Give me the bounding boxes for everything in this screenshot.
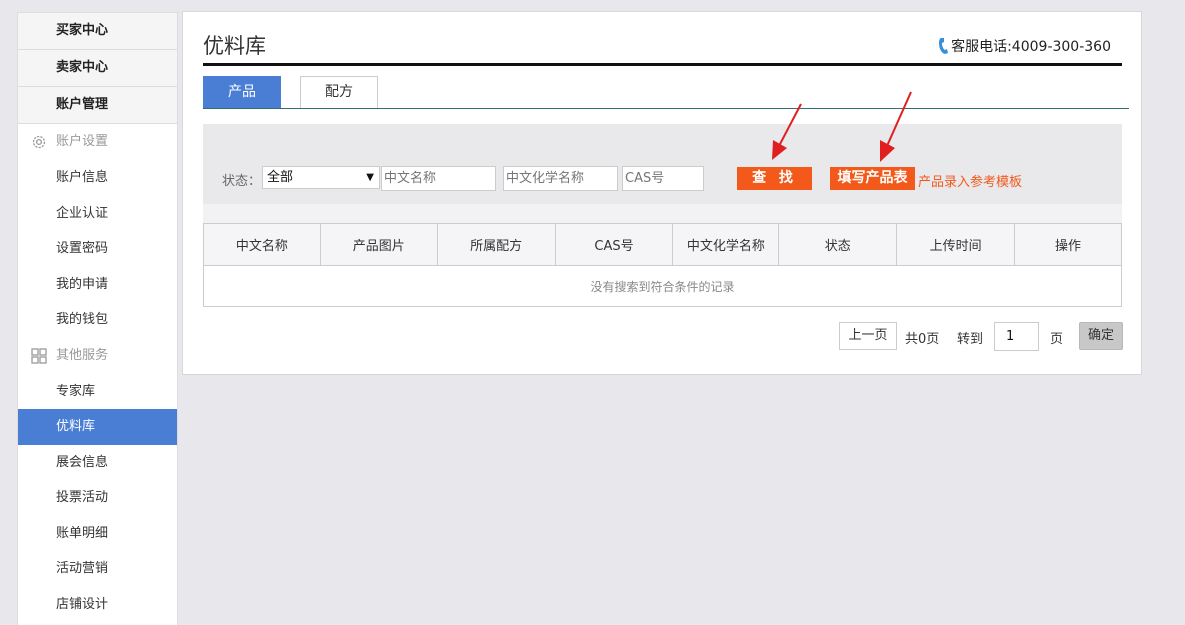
- table-row: 没有搜索到符合条件的记录: [203, 265, 1122, 307]
- goto-label: 转到: [957, 332, 984, 347]
- total-pages: 共0页: [905, 332, 940, 347]
- tab-bar: 产品 配方: [203, 76, 1129, 109]
- cas-input[interactable]: [622, 166, 704, 191]
- sidebar-item-my-applications[interactable]: 我的申请: [18, 267, 177, 303]
- sidebar-item-enterprise-cert[interactable]: 企业认证: [18, 196, 177, 232]
- empty-message: 没有搜索到符合条件的记录: [203, 265, 1122, 307]
- name-input[interactable]: [381, 166, 496, 191]
- chem-name-input[interactable]: [503, 166, 618, 191]
- sidebar-item-my-wallet[interactable]: 我的钱包: [18, 302, 177, 338]
- page-title: 优料库: [203, 34, 266, 58]
- prev-page-button[interactable]: 上一页: [839, 322, 897, 350]
- title-divider: [203, 63, 1122, 66]
- col-header-chem-name: 中文化学名称: [672, 223, 780, 266]
- col-header-cas: CAS号: [554, 223, 674, 266]
- phone-icon: [938, 37, 949, 55]
- sidebar-item-buyer-center[interactable]: 买家中心: [18, 13, 177, 50]
- sidebar-item-exhibition-info[interactable]: 展会信息: [18, 445, 177, 481]
- sidebar: 买家中心 卖家中心 账户管理 账户设置 账户信息 企业认证 设置密码 我的申请 …: [17, 12, 178, 625]
- sidebar-item-material-library[interactable]: 优料库: [18, 409, 177, 445]
- tab-products[interactable]: 产品: [203, 76, 281, 108]
- grid-icon: [30, 347, 48, 365]
- table-toolbar-strip: [203, 204, 1122, 223]
- status-label: 状态：: [222, 174, 262, 189]
- col-header-status: 状态: [778, 223, 898, 266]
- main-panel: 优料库 客服电话:4009-300-360 产品 配方 状态： 全部 ▼ 查 找…: [182, 11, 1142, 375]
- search-button[interactable]: 查 找: [737, 167, 812, 190]
- arrow-annotation-icon: [880, 91, 912, 162]
- sidebar-item-shop-design[interactable]: 店铺设计: [18, 587, 177, 623]
- col-header-name: 中文名称: [203, 223, 321, 266]
- status-select[interactable]: 全部 ▼: [262, 166, 380, 189]
- template-link[interactable]: 产品录入参考模板: [918, 171, 1022, 190]
- sidebar-item-bill-details[interactable]: 账单明细: [18, 516, 177, 552]
- sidebar-group-label: 其他服务: [56, 347, 109, 363]
- arrow-annotation-icon: [772, 103, 802, 160]
- fill-product-form-button[interactable]: 填写产品表: [830, 167, 915, 190]
- sidebar-item-marketing[interactable]: 活动营销: [18, 551, 177, 587]
- col-header-actions: 操作: [1014, 223, 1122, 266]
- caret-down-icon: ▼: [366, 172, 374, 183]
- filter-bar: 状态： 全部 ▼ 查 找 填写产品表 产品录入参考模板: [203, 91, 1122, 204]
- sidebar-group-other-services: 其他服务: [18, 338, 177, 374]
- col-header-image: 产品图片: [319, 223, 438, 266]
- results-table: 中文名称 产品图片 所属配方 CAS号 中文化学名称 状态 上传时间 操作 没有…: [203, 223, 1122, 307]
- col-header-upload-time: 上传时间: [896, 223, 1016, 266]
- page-unit-label: 页: [1050, 332, 1064, 347]
- sidebar-item-set-password[interactable]: 设置密码: [18, 231, 177, 267]
- confirm-page-button[interactable]: 确定: [1079, 322, 1123, 350]
- sidebar-item-account-info[interactable]: 账户信息: [18, 160, 177, 196]
- page-number-input[interactable]: 1: [994, 322, 1039, 351]
- hotline-text: 客服电话:4009-300-360: [951, 39, 1111, 55]
- sidebar-item-seller-center[interactable]: 卖家中心: [18, 50, 177, 87]
- col-header-formula: 所属配方: [436, 223, 556, 266]
- sidebar-item-voting[interactable]: 投票活动: [18, 480, 177, 516]
- status-select-value: 全部: [267, 170, 294, 185]
- sidebar-group-account-settings: 账户设置: [18, 124, 177, 160]
- sidebar-group-label: 账户设置: [56, 134, 109, 149]
- gear-icon: [30, 133, 48, 151]
- table-header-row: 中文名称 产品图片 所属配方 CAS号 中文化学名称 状态 上传时间 操作: [203, 223, 1122, 266]
- sidebar-item-account-management[interactable]: 账户管理: [18, 87, 177, 124]
- sidebar-item-expert-library[interactable]: 专家库: [18, 374, 177, 410]
- hotline: 客服电话:4009-300-360: [938, 36, 1111, 56]
- tab-formulas[interactable]: 配方: [300, 76, 378, 108]
